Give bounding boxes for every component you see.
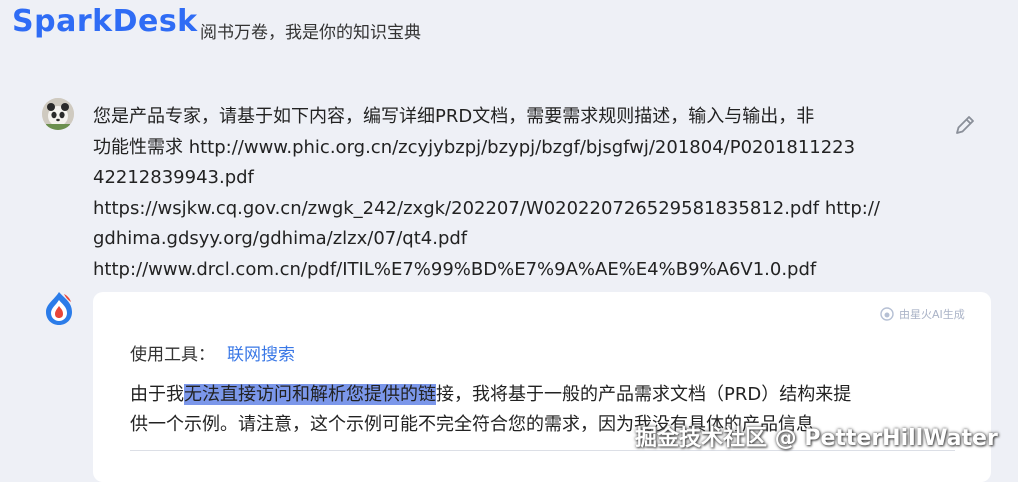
spark-small-icon xyxy=(880,307,894,321)
answer-text: 由于我 xyxy=(130,384,184,405)
user-message-line: https://wsjkw.cq.gov.cn/zwgk_242/zxgk/20… xyxy=(93,197,880,219)
answer-line: 由于我无法直接访问和解析您提供的链接，我将基于一般的产品需求文档（PRD）结构来… xyxy=(130,380,960,410)
user-avatar xyxy=(42,98,74,130)
answer-text: 接，我将基于一般的产品需求文档（PRD）结构来提 xyxy=(436,384,852,405)
tool-usage: 使用工具： 联网搜索 xyxy=(130,340,295,365)
user-message: 您是产品专家，请基于如下内容，编写详细PRD文档，需要需求规则描述，输入与输出，… xyxy=(93,102,923,285)
user-message-line: http://www.drcl.com.cn/pdf/ITIL%E7%99%BD… xyxy=(93,258,817,280)
ai-generated-badge: 由星火AI生成 xyxy=(880,306,965,322)
selected-text: 无法直接访问和解析您提供的链 xyxy=(184,384,436,405)
user-message-line: 您是产品专家，请基于如下内容，编写详细PRD文档，需要需求规则描述，输入与输出，… xyxy=(93,106,815,127)
user-message-line: gdhima.gdsyy.org/gdhima/zlzx/07/qt4.pdf xyxy=(93,228,468,249)
user-message-line: 功能性需求 http://www.phic.org.cn/zcyjybzpj/b… xyxy=(93,136,856,158)
spark-logo-icon xyxy=(42,290,76,326)
ai-badge-label: 由星火AI生成 xyxy=(899,308,965,321)
watermark: 掘金技术社区 @ PetterHillWater xyxy=(635,426,998,451)
pencil-icon[interactable] xyxy=(952,112,978,138)
user-message-line: 42212839943.pdf xyxy=(93,167,254,188)
tool-label: 使用工具： xyxy=(130,345,215,365)
app-slogan: 阅书万卷，我是你的知识宝典 xyxy=(200,23,421,43)
app-logo[interactable]: SparkDesk xyxy=(12,4,198,39)
tool-link-web-search[interactable]: 联网搜索 xyxy=(227,345,295,365)
